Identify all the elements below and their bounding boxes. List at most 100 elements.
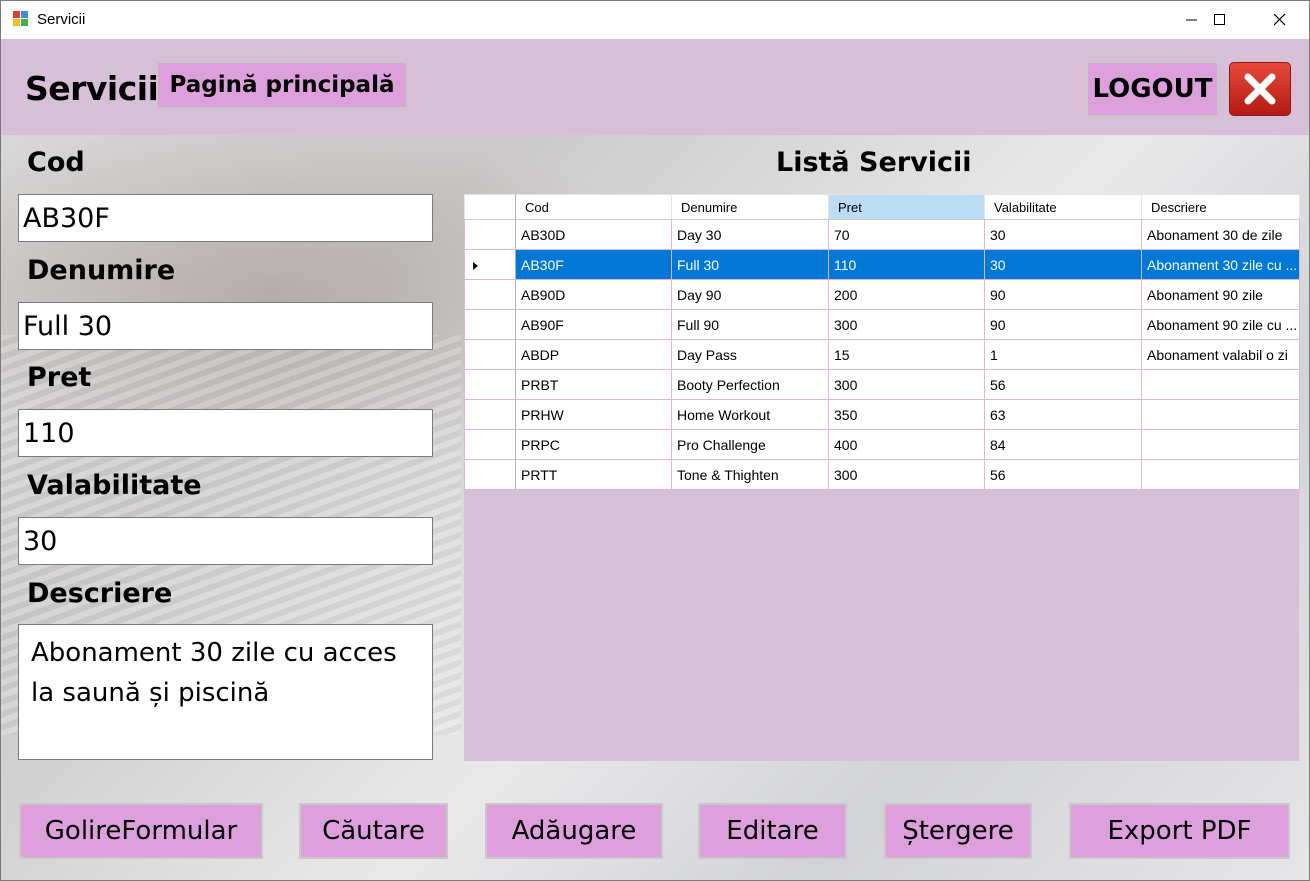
- table-cell-valabilitate[interactable]: 30: [984, 219, 1142, 250]
- table-cell-descriere[interactable]: [1141, 399, 1300, 430]
- table-cell-cod[interactable]: PRPC: [515, 429, 672, 460]
- table-cell-cod[interactable]: ABDP: [515, 339, 672, 370]
- table-cell-pret[interactable]: 15: [828, 339, 985, 370]
- row-header[interactable]: [464, 399, 516, 430]
- table-cell-pret[interactable]: 200: [828, 279, 985, 310]
- table-cell-valabilitate[interactable]: 90: [984, 279, 1142, 310]
- export-pdf-button[interactable]: Export PDF: [1069, 803, 1290, 859]
- table-cell-denumire[interactable]: Day 30: [671, 219, 829, 250]
- page-title: Servicii: [25, 69, 159, 108]
- column-header-pret[interactable]: Pret: [828, 194, 985, 220]
- table-cell-valabilitate[interactable]: 30: [984, 249, 1142, 280]
- table-cell-descriere[interactable]: [1141, 429, 1300, 460]
- table-cell-valabilitate[interactable]: 84: [984, 429, 1142, 460]
- table-cell-pret[interactable]: 300: [828, 309, 985, 340]
- header-corner[interactable]: [464, 194, 516, 220]
- descriere-label: Descriere: [27, 578, 173, 609]
- table-row[interactable]: PRTT Tone & Thighten 300 56: [464, 459, 1300, 490]
- row-header[interactable]: [464, 309, 516, 340]
- row-header[interactable]: [464, 429, 516, 460]
- cod-label: Cod: [27, 147, 85, 178]
- table-cell-pret[interactable]: 300: [828, 459, 985, 490]
- column-header-cod[interactable]: Cod: [515, 194, 672, 220]
- table-cell-valabilitate[interactable]: 1: [984, 339, 1142, 370]
- table-cell-pret[interactable]: 70: [828, 219, 985, 250]
- valabilitate-input[interactable]: 30: [18, 517, 433, 565]
- app-window: Servicii Servicii Pagină principală LOGO…: [0, 0, 1310, 881]
- row-header[interactable]: [464, 279, 516, 310]
- column-header-descriere[interactable]: Descriere: [1141, 194, 1300, 220]
- table-cell-cod[interactable]: PRHW: [515, 399, 672, 430]
- table-body: AB30D Day 30 70 30 Abonament 30 de zile AB30F…: [464, 219, 1300, 490]
- exit-x-icon: [1244, 73, 1276, 105]
- exit-button[interactable]: [1229, 62, 1291, 116]
- table-cell-denumire[interactable]: Full 90: [671, 309, 829, 340]
- table-cell-pret[interactable]: 300: [828, 369, 985, 400]
- row-header[interactable]: [464, 249, 516, 280]
- table-cell-pret[interactable]: 110: [828, 249, 985, 280]
- logout-button[interactable]: LOGOUT: [1086, 61, 1219, 117]
- row-header[interactable]: [464, 339, 516, 370]
- table-row[interactable]: PRPC Pro Challenge 400 84: [464, 429, 1300, 460]
- table-cell-valabilitate[interactable]: 56: [984, 459, 1142, 490]
- table-cell-cod[interactable]: AB90F: [515, 309, 672, 340]
- descriere-textarea[interactable]: Abonament 30 zile cu acces la saună și p…: [18, 624, 433, 760]
- table-cell-valabilitate[interactable]: 63: [984, 399, 1142, 430]
- table-cell-denumire[interactable]: Booty Perfection: [671, 369, 829, 400]
- window-title: Servicii: [37, 11, 86, 28]
- table-cell-descriere[interactable]: [1141, 369, 1300, 400]
- table-row[interactable]: PRHW Home Workout 350 63: [464, 399, 1300, 430]
- table-cell-cod[interactable]: AB30F: [515, 249, 672, 280]
- table-cell-denumire[interactable]: Day 90: [671, 279, 829, 310]
- maximize-icon: [1214, 14, 1225, 25]
- table-cell-valabilitate[interactable]: 56: [984, 369, 1142, 400]
- table-cell-descriere[interactable]: Abonament 90 zile: [1141, 279, 1300, 310]
- table-cell-descriere[interactable]: Abonament 30 zile cu ...: [1141, 249, 1300, 280]
- table-cell-denumire[interactable]: Tone & Thighten: [671, 459, 829, 490]
- pret-input[interactable]: 110: [18, 409, 433, 457]
- current-row-arrow-icon: [473, 261, 478, 270]
- denumire-input[interactable]: Full 30: [18, 302, 433, 350]
- table-cell-pret[interactable]: 350: [828, 399, 985, 430]
- column-header-valabilitate[interactable]: Valabilitate: [984, 194, 1142, 220]
- table-cell-descriere[interactable]: [1141, 459, 1300, 490]
- table-cell-valabilitate[interactable]: 90: [984, 309, 1142, 340]
- table-row[interactable]: ABDP Day Pass 15 1 Abonament valabil o zi: [464, 339, 1300, 370]
- table-row[interactable]: PRBT Booty Perfection 300 56: [464, 369, 1300, 400]
- table-cell-cod[interactable]: PRBT: [515, 369, 672, 400]
- table-cell-cod[interactable]: AB90D: [515, 279, 672, 310]
- table-cell-pret[interactable]: 400: [828, 429, 985, 460]
- edit-button[interactable]: Editare: [698, 803, 847, 859]
- table-cell-cod[interactable]: AB30D: [515, 219, 672, 250]
- maximize-button[interactable]: [1191, 1, 1249, 39]
- table-row[interactable]: AB30F Full 30 110 30 Abonament 30 zile cu ..…: [464, 249, 1300, 280]
- table-row[interactable]: AB30D Day 30 70 30 Abonament 30 de zile: [464, 219, 1300, 250]
- delete-button[interactable]: Ștergere: [884, 803, 1032, 859]
- header-bar: Servicii Pagină principală LOGOUT: [1, 39, 1309, 135]
- close-icon: [1274, 14, 1286, 26]
- table-cell-denumire[interactable]: Home Workout: [671, 399, 829, 430]
- table-cell-cod[interactable]: PRTT: [515, 459, 672, 490]
- table-cell-descriere[interactable]: Abonament 90 zile cu ...: [1141, 309, 1300, 340]
- table-cell-descriere[interactable]: Abonament 30 de zile: [1141, 219, 1300, 250]
- close-window-button[interactable]: [1251, 1, 1309, 39]
- row-header[interactable]: [464, 369, 516, 400]
- list-title: Listă Servicii: [776, 147, 972, 178]
- table-row[interactable]: AB90D Day 90 200 90 Abonament 90 zile: [464, 279, 1300, 310]
- row-header[interactable]: [464, 459, 516, 490]
- services-table: Cod Denumire Pret Valabilitate Descriere AB3…: [464, 194, 1300, 490]
- table-cell-descriere[interactable]: Abonament valabil o zi: [1141, 339, 1300, 370]
- row-header[interactable]: [464, 219, 516, 250]
- cod-input[interactable]: AB30F: [18, 194, 433, 242]
- table-cell-denumire[interactable]: Day Pass: [671, 339, 829, 370]
- table-row[interactable]: AB90F Full 90 300 90 Abonament 90 zile cu ..…: [464, 309, 1300, 340]
- table-header-row: Cod Denumire Pret Valabilitate Descriere: [464, 194, 1300, 220]
- home-page-button[interactable]: Pagină principală: [156, 61, 408, 109]
- search-button[interactable]: Căutare: [299, 803, 448, 859]
- clear-form-button[interactable]: GolireFormular: [19, 803, 263, 859]
- services-grid[interactable]: Cod Denumire Pret Valabilitate Descriere AB3…: [464, 194, 1300, 761]
- table-cell-denumire[interactable]: Full 30: [671, 249, 829, 280]
- table-cell-denumire[interactable]: Pro Challenge: [671, 429, 829, 460]
- add-button[interactable]: Adăugare: [485, 803, 663, 859]
- column-header-denumire[interactable]: Denumire: [671, 194, 829, 220]
